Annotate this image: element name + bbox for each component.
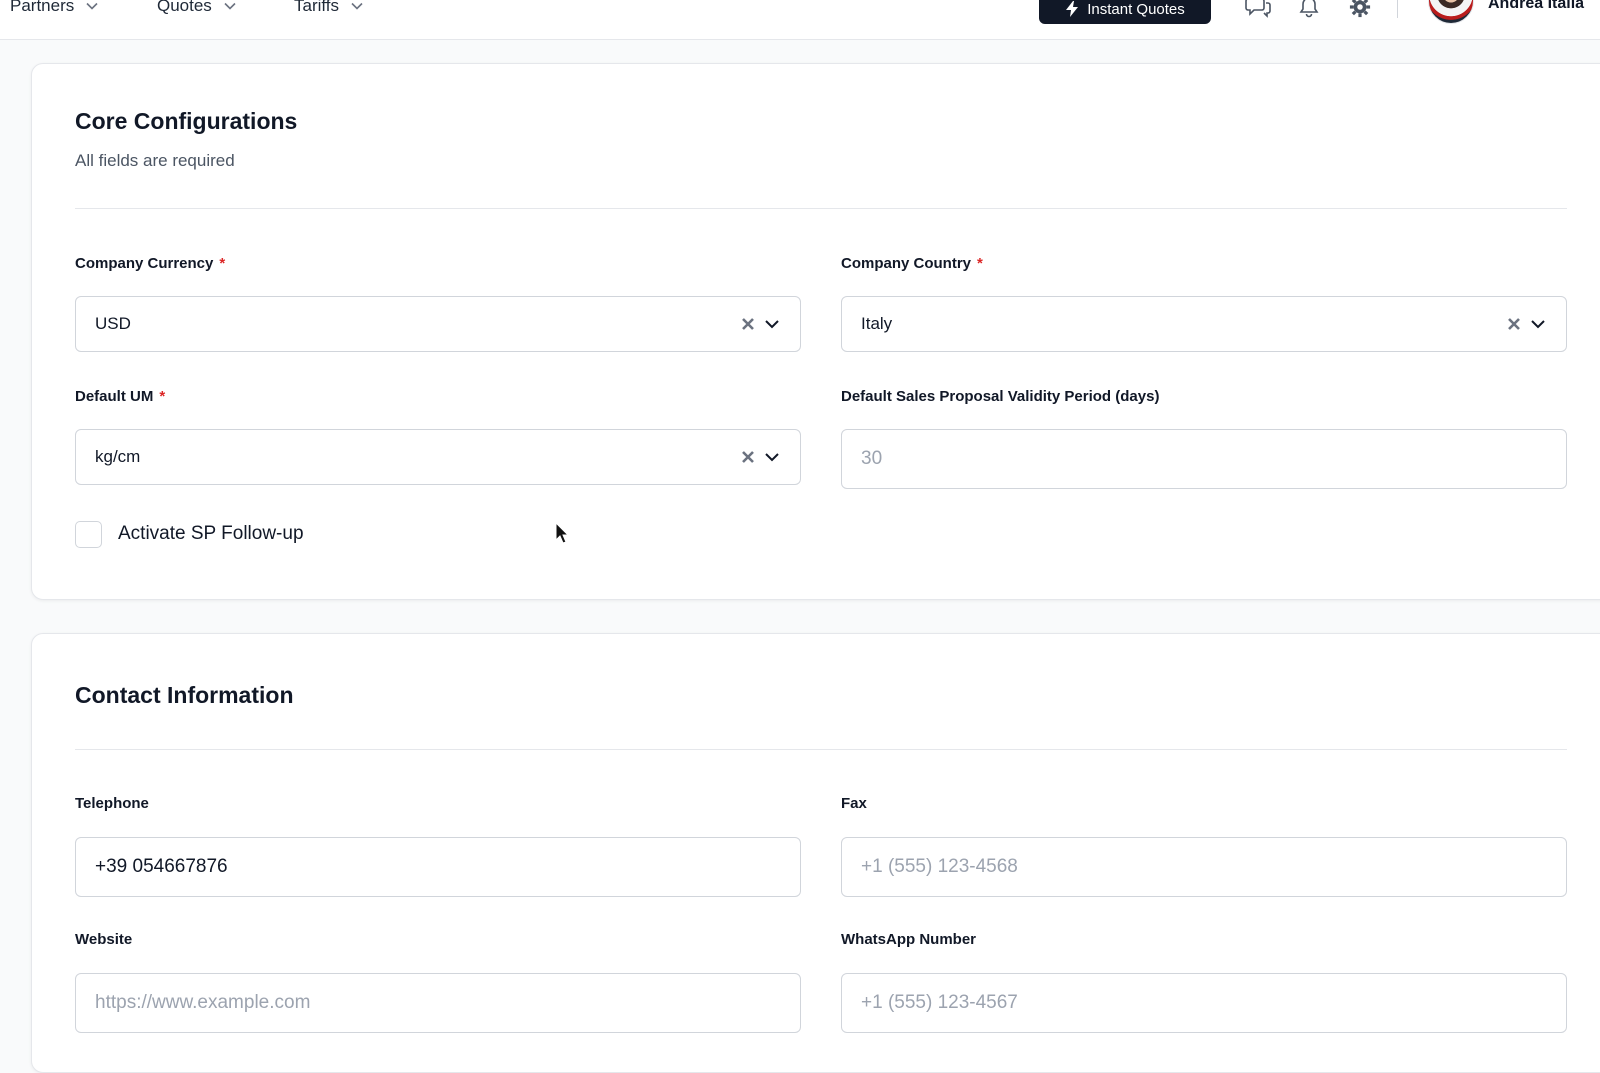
instant-quotes-button[interactable]: Instant Quotes — [1039, 0, 1211, 24]
user-name[interactable]: Andrea Italia — [1488, 0, 1584, 13]
fax-input[interactable]: +1 (555) 123-4568 — [841, 837, 1567, 897]
chevron-down-icon[interactable] — [763, 315, 781, 333]
company-currency-select[interactable]: USD — [75, 296, 801, 352]
fax-label: Fax — [841, 795, 867, 812]
telephone-label: Telephone — [75, 795, 149, 812]
core-configurations-card: Core Configurations All fields are requi… — [31, 63, 1600, 600]
company-currency-label: Company Currency * — [75, 255, 226, 272]
bolt-icon — [1066, 1, 1079, 17]
chevron-down-icon — [351, 2, 363, 10]
select-value: Italy — [861, 314, 893, 333]
chevron-down-icon — [224, 2, 236, 10]
validity-period-label: Default Sales Proposal Validity Period (… — [841, 388, 1160, 405]
nav-item-partners[interactable]: Partners — [10, 0, 100, 16]
input-value: +39 054667876 — [95, 856, 228, 877]
whatsapp-input[interactable]: +1 (555) 123-4567 — [841, 973, 1567, 1033]
clear-icon[interactable] — [741, 317, 755, 331]
card-title: Core Configurations — [75, 108, 298, 134]
avatar[interactable] — [1428, 0, 1474, 24]
website-input[interactable]: https://www.example.com — [75, 973, 801, 1033]
default-um-label: Default UM * — [75, 388, 166, 405]
validity-period-input[interactable]: 30 — [841, 429, 1567, 489]
card-divider — [75, 749, 1567, 750]
contact-information-card: Contact Information Telephone +39 054667… — [31, 633, 1600, 1073]
nav-item-tariffs[interactable]: Tariffs — [294, 0, 365, 16]
card-subtitle: All fields are required — [75, 151, 235, 170]
chevron-down-icon[interactable] — [763, 448, 781, 466]
website-label: Website — [75, 931, 133, 948]
sp-followup-checkbox[interactable] — [75, 521, 102, 548]
topbar-divider — [1397, 0, 1398, 18]
input-placeholder: https://www.example.com — [95, 992, 311, 1013]
chevron-down-icon[interactable] — [1529, 315, 1547, 333]
whatsapp-label: WhatsApp Number — [841, 931, 976, 948]
nav-item-quotes[interactable]: Quotes — [157, 0, 238, 16]
chat-icon[interactable] — [1245, 0, 1271, 18]
clear-icon[interactable] — [741, 450, 755, 464]
gear-icon[interactable] — [1348, 0, 1372, 18]
company-country-select[interactable]: Italy — [841, 296, 1567, 352]
nav-item-label: Quotes — [157, 0, 212, 15]
instant-quotes-label: Instant Quotes — [1087, 0, 1185, 18]
input-placeholder: 30 — [861, 448, 883, 469]
card-title: Contact Information — [75, 682, 294, 708]
nav-item-label: Tariffs — [294, 0, 340, 15]
nav-item-label: Partners — [10, 0, 75, 15]
mouse-cursor-icon — [555, 522, 569, 544]
top-navigation-bar: Partners Quotes Tariffs Instant Quotes A… — [0, 0, 1600, 40]
input-placeholder: +1 (555) 123-4567 — [861, 992, 1018, 1013]
default-um-select[interactable]: kg/cm — [75, 429, 801, 485]
clear-icon[interactable] — [1507, 317, 1521, 331]
card-divider — [75, 208, 1567, 209]
select-value: kg/cm — [95, 447, 141, 466]
company-country-label: Company Country * — [841, 255, 983, 272]
bell-icon[interactable] — [1298, 0, 1320, 18]
chevron-down-icon — [86, 2, 98, 10]
sp-followup-label[interactable]: Activate SP Follow-up — [118, 523, 304, 545]
select-value: USD — [95, 314, 131, 333]
input-placeholder: +1 (555) 123-4568 — [861, 856, 1018, 877]
telephone-input[interactable]: +39 054667876 — [75, 837, 801, 897]
